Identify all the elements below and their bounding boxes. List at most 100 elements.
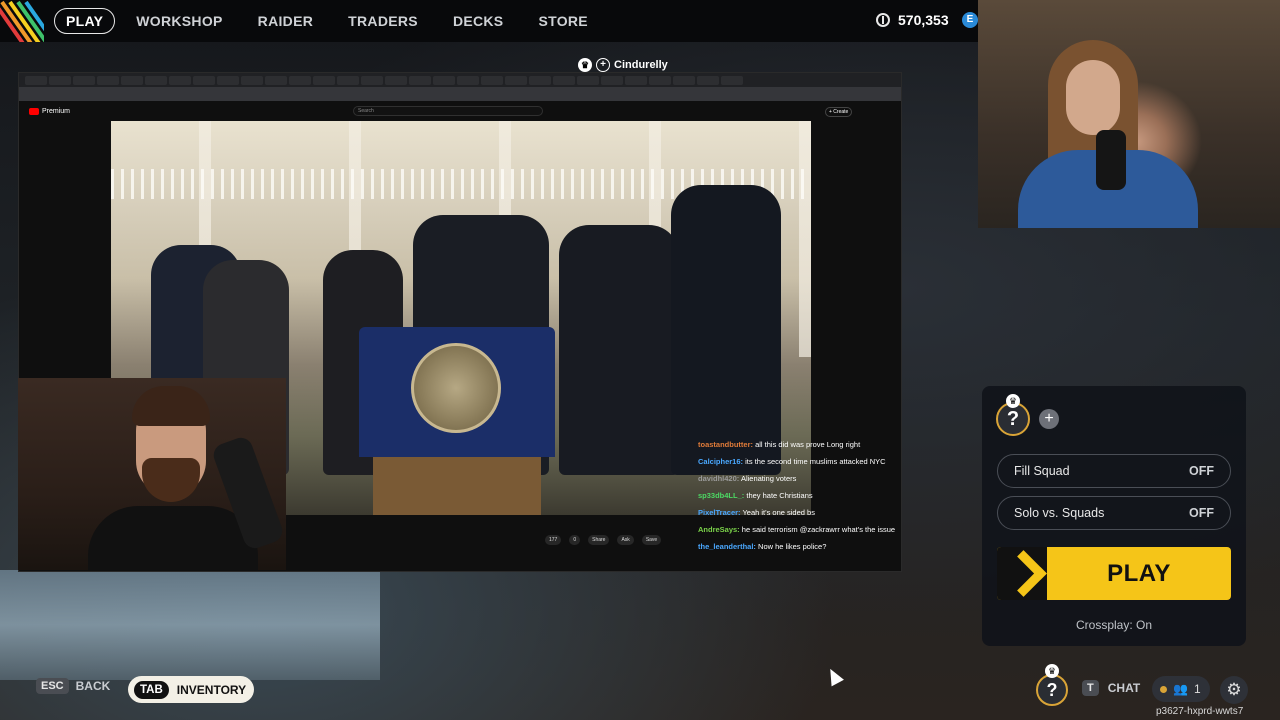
game-screen: PLAY WORKSHOP RAIDER TRADERS DECKS STORE… (0, 0, 1280, 720)
chat-username[interactable]: Calcipher16: (698, 457, 743, 466)
webcam-bottom-left (18, 378, 286, 570)
back-hint[interactable]: ESC BACK (36, 678, 110, 694)
browser-tab[interactable] (265, 75, 287, 85)
status-dot-icon (1160, 685, 1167, 693)
chat-message: Calcipher16: its the second time muslims… (698, 453, 898, 470)
browser-tab[interactable] (361, 75, 383, 85)
friends-button[interactable]: 👥 1 (1152, 676, 1210, 702)
browser-tab[interactable] (313, 75, 335, 85)
nav-play[interactable]: PLAY (54, 8, 116, 34)
chat-username[interactable]: PixelTracer: (698, 508, 741, 517)
save-button[interactable]: Save (641, 535, 662, 545)
coin-icon (876, 13, 890, 27)
browser-tab[interactable] (505, 75, 527, 85)
browser-tab[interactable] (433, 75, 455, 85)
webcam-top-right (978, 0, 1280, 228)
webcam-person-beard (142, 458, 200, 502)
browser-tab[interactable] (649, 75, 671, 85)
player-slot-bottom[interactable]: ? (1036, 674, 1068, 706)
browser-tab[interactable] (241, 75, 263, 85)
browser-tab[interactable] (529, 75, 551, 85)
address-bar[interactable] (19, 87, 901, 101)
squad-member-tag: ♛ + Cindurelly (578, 58, 668, 72)
crown-icon: ♛ (1006, 394, 1020, 408)
browser-tabs (19, 73, 901, 87)
nav-decks[interactable]: DECKS (453, 13, 504, 29)
nav-traders[interactable]: TRADERS (348, 13, 418, 29)
browser-tab[interactable] (385, 75, 407, 85)
top-nav: PLAY WORKSHOP RAIDER TRADERS DECKS STORE… (0, 0, 980, 42)
browser-tab[interactable] (481, 75, 503, 85)
browser-tab[interactable] (337, 75, 359, 85)
inventory-label: INVENTORY (176, 682, 247, 697)
browser-tab[interactable] (625, 75, 647, 85)
blue-coin-icon: E (962, 12, 978, 28)
solo-vs-squads-toggle[interactable]: Solo vs. Squads OFF (997, 496, 1231, 530)
nav-store[interactable]: STORE (538, 13, 587, 29)
brand-stripes (0, 0, 44, 42)
friends-icon: 👥 (1173, 682, 1188, 696)
chat-button[interactable]: T CHAT (1082, 680, 1140, 696)
currency-amount: 570,353 (898, 12, 949, 28)
webcam-person-shirt (88, 506, 258, 570)
chat-message: AndreSays: he said terrorism @zackrawrr … (698, 521, 898, 538)
create-button[interactable]: + Create (825, 107, 853, 117)
browser-tab[interactable] (721, 75, 743, 85)
chat-username[interactable]: the_leanderthal: (698, 542, 756, 551)
browser-tab[interactable] (289, 75, 311, 85)
browser-tab[interactable] (49, 75, 71, 85)
add-player-button[interactable]: + (1039, 409, 1059, 429)
fill-squad-state: OFF (1189, 464, 1214, 478)
browser-tab[interactable] (577, 75, 599, 85)
browser-tab[interactable] (193, 75, 215, 85)
ask-button[interactable]: Ask (617, 535, 634, 545)
chat-message: davidhl420: Alienating voters (698, 470, 898, 487)
like-button[interactable]: 177 (545, 535, 562, 545)
browser-tab[interactable] (457, 75, 479, 85)
browser-tab[interactable] (697, 75, 719, 85)
play-arrow-icon (997, 547, 1047, 600)
back-label: BACK (75, 679, 111, 693)
background-scene (0, 570, 380, 680)
inventory-button[interactable]: TAB INVENTORY (128, 676, 254, 703)
browser-tab[interactable] (121, 75, 143, 85)
gear-icon[interactable]: ⚙ (1220, 676, 1248, 704)
browser-tab[interactable] (601, 75, 623, 85)
chat-username[interactable]: sp33db4LL_: (698, 491, 744, 500)
esc-key: ESC (36, 678, 69, 694)
chat-username[interactable]: davidhl420: (698, 474, 739, 483)
chat-message: sp33db4LL_: they hate Christians (698, 487, 898, 504)
chat-username[interactable]: AndreSays: (698, 525, 740, 534)
video-person (671, 185, 781, 475)
nav-raider[interactable]: RAIDER (258, 13, 313, 29)
chat-username[interactable]: toastandbutter: (698, 440, 753, 449)
browser-tab[interactable] (553, 75, 575, 85)
t-key: T (1082, 680, 1099, 696)
city-seal-image (411, 343, 501, 433)
squad-member-name: Cindurelly (614, 59, 668, 71)
share-button[interactable]: Share (588, 535, 610, 545)
browser-tab[interactable] (25, 75, 47, 85)
youtube-search-input[interactable]: Search (353, 106, 543, 116)
chat-message: PixelTracer: Yeah it's one sided bs (698, 504, 898, 521)
browser-tab[interactable] (169, 75, 191, 85)
browser-tab[interactable] (73, 75, 95, 85)
browser-tab[interactable] (97, 75, 119, 85)
chat-label: CHAT (1107, 681, 1141, 695)
nav-workshop[interactable]: WORKSHOP (136, 13, 222, 29)
fill-squad-toggle[interactable]: Fill Squad OFF (997, 454, 1231, 488)
youtube-logo-icon[interactable] (29, 107, 39, 115)
dislike-button[interactable]: 0 (569, 535, 581, 545)
podium-base (373, 457, 541, 515)
video-person (559, 225, 679, 475)
nav-items: PLAY WORKSHOP RAIDER TRADERS DECKS STORE (54, 8, 623, 34)
webcam-person-face (1066, 60, 1120, 135)
microphone-icon (1096, 130, 1126, 190)
browser-tab[interactable] (409, 75, 431, 85)
friends-count: 1 (1193, 682, 1201, 696)
browser-tab[interactable] (673, 75, 695, 85)
add-icon[interactable]: + (596, 58, 610, 72)
browser-tab[interactable] (145, 75, 167, 85)
play-button[interactable]: PLAY (997, 547, 1231, 600)
browser-tab[interactable] (217, 75, 239, 85)
